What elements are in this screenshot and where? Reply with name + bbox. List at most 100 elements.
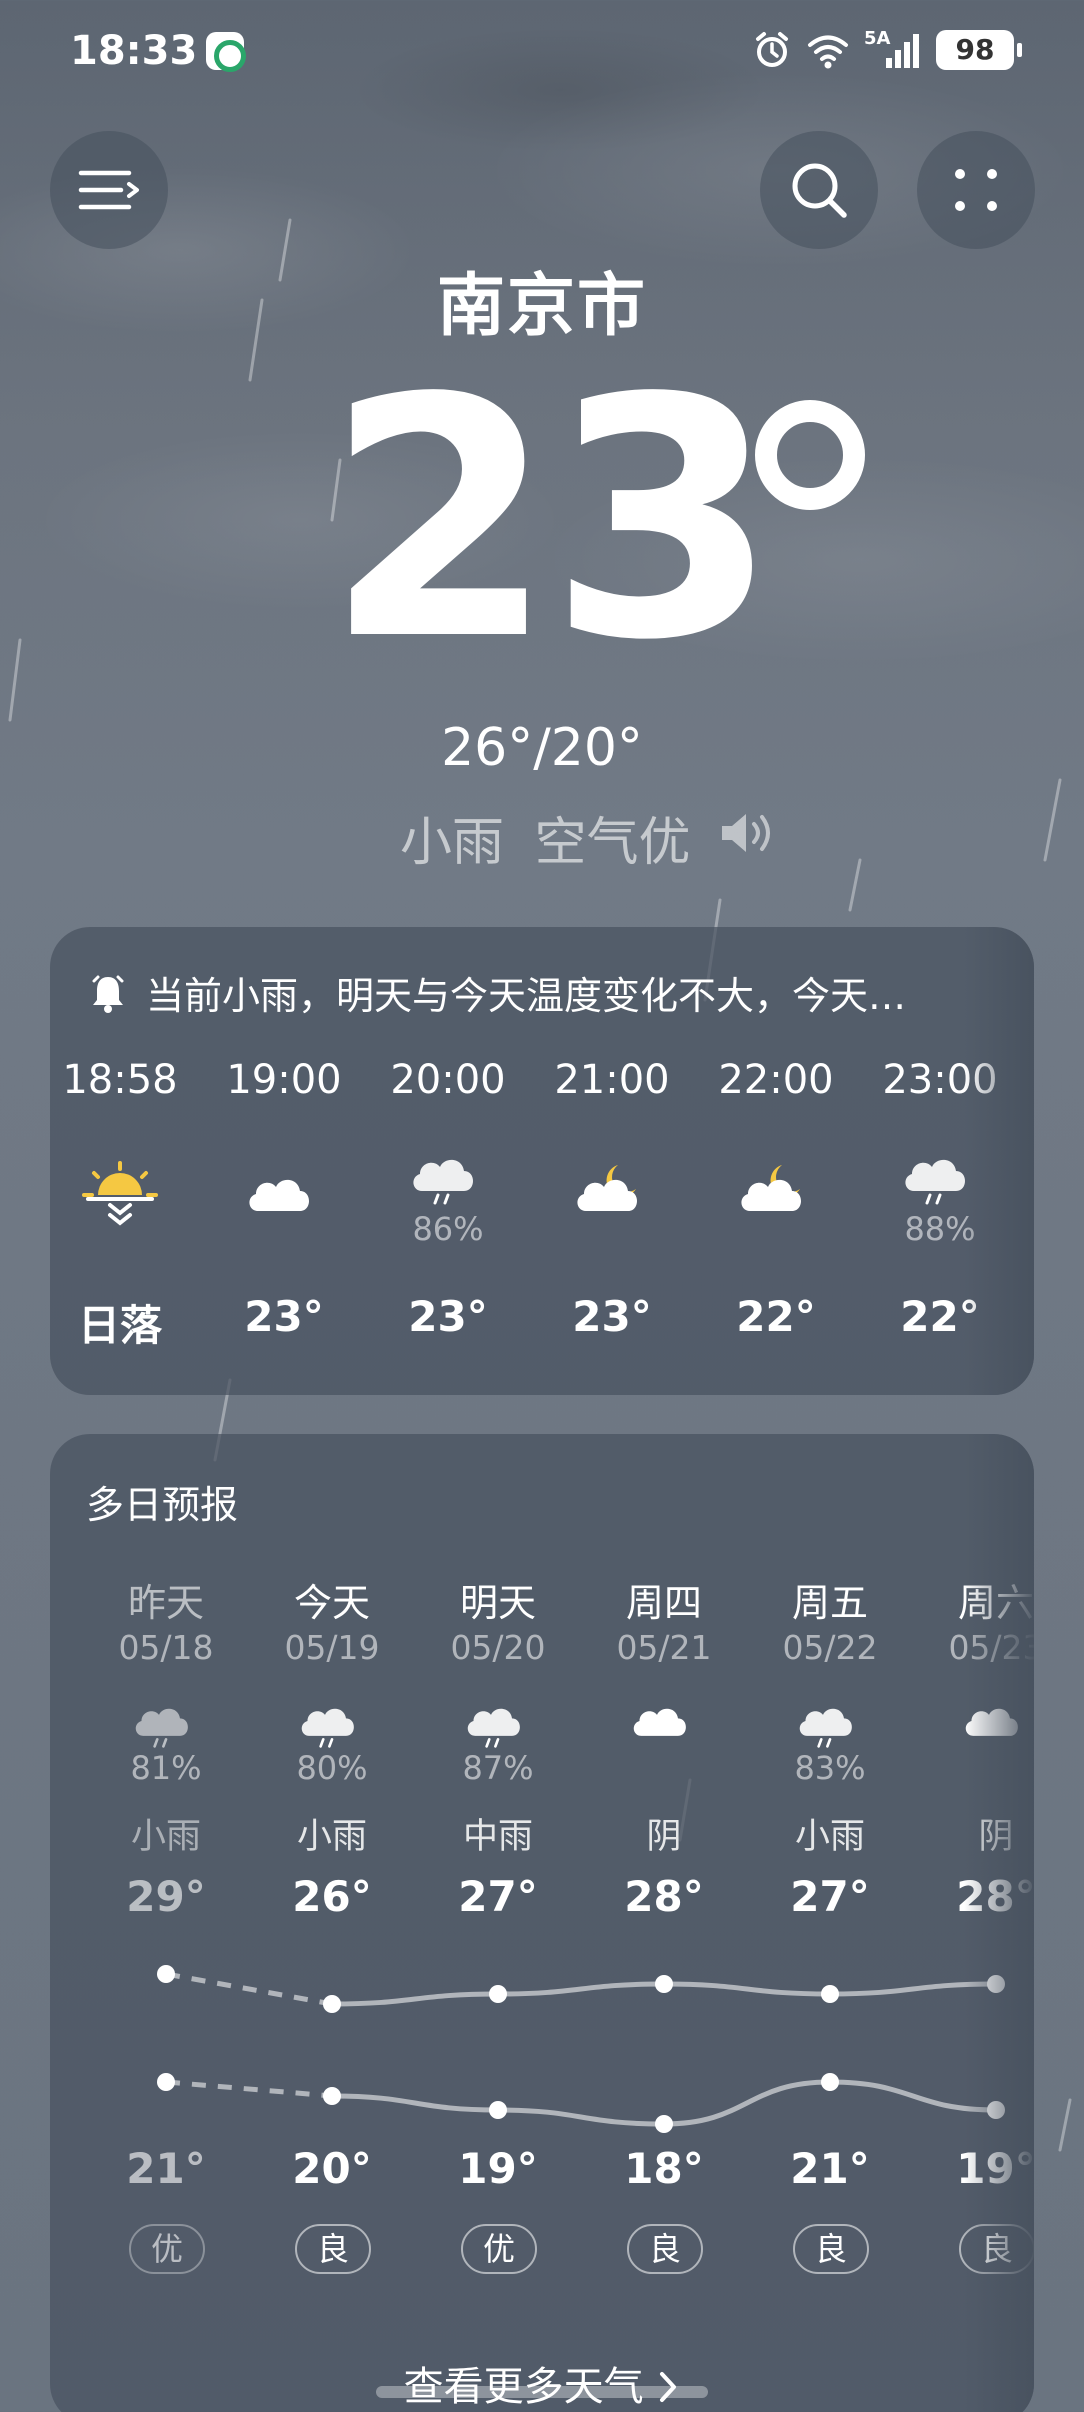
day-name: 周四: [625, 1581, 702, 1625]
day-high: 28°: [624, 1872, 704, 1921]
rain-icon: [905, 1159, 965, 1205]
weather-condition: 小雨: [400, 813, 505, 873]
cloudy-night-icon: [577, 1165, 637, 1211]
precip-chance: 88%: [904, 1210, 976, 1248]
hourly-item[interactable]: 22:00 22°: [691, 927, 861, 1395]
day-date: 05/20: [450, 1628, 546, 1667]
hourly-item[interactable]: 20:00 86% 23°: [363, 927, 533, 1395]
day-condition: 小雨: [794, 1817, 865, 1857]
wifi-icon: [808, 35, 848, 69]
hourly-temperature: 22°: [736, 1292, 816, 1341]
hourly-temperature: 23°: [572, 1292, 652, 1341]
hourly-forecast-card[interactable]: 当前小雨，明天与今天温度变化不大，今天… 18:58 日落 19:00 23° 20…: [50, 927, 1034, 1395]
cloudy-night-icon: [741, 1165, 801, 1211]
precip-chance: 87%: [462, 1749, 534, 1787]
cloud-icon: [249, 1179, 309, 1211]
daily-item[interactable]: 明天 05/20 87% 中雨 27° 19° 优: [415, 1434, 581, 2412]
rain-icon: [135, 1708, 188, 1748]
search-button[interactable]: [760, 131, 878, 249]
day-condition: 阴: [646, 1817, 682, 1857]
rain-icon: [799, 1708, 852, 1748]
day-high: 26°: [292, 1872, 372, 1921]
rain-icon: [301, 1708, 354, 1748]
menu-icon: [78, 170, 139, 210]
hourly-item[interactable]: 23:00 88% 22°: [855, 927, 1025, 1395]
more-options-button[interactable]: [917, 131, 1035, 249]
status-time: 18:33: [70, 28, 198, 74]
hourly-temperature: 23°: [244, 1292, 324, 1341]
precip-chance: 86%: [412, 1210, 484, 1248]
day-name: 昨天: [127, 1581, 204, 1625]
day-date: 05/19: [284, 1628, 380, 1667]
day-date: 05/22: [782, 1628, 878, 1667]
cloud-icon: [633, 1708, 686, 1736]
current-temperature: 23: [325, 328, 778, 712]
daily-item[interactable]: 昨天 05/18 81% 小雨 29° 21° 优: [83, 1434, 249, 2412]
hourly-time: 19:00: [226, 1057, 342, 1103]
daily-item[interactable]: 今天 05/19 80% 小雨 26° 20° 良: [249, 1434, 415, 2412]
speaker-icon[interactable]: [718, 808, 778, 858]
daily-item[interactable]: 周四 05/21 阴 28° 18° 良: [581, 1434, 747, 2412]
hourly-item[interactable]: 19:00 23°: [199, 927, 369, 1395]
day-low: 19°: [956, 2144, 1034, 2193]
hourly-time: 20:00: [390, 1057, 506, 1103]
air-quality[interactable]: 空气优: [535, 813, 691, 873]
day-low: 19°: [458, 2144, 538, 2193]
day-date: 05/23: [948, 1628, 1034, 1667]
home-indicator[interactable]: [376, 2386, 708, 2398]
hourly-item[interactable]: 21:00 23°: [527, 927, 697, 1395]
day-low: 21°: [126, 2144, 206, 2193]
signal-icon: 5A: [864, 28, 922, 70]
day-condition: 小雨: [130, 1817, 201, 1857]
search-icon: [792, 163, 847, 218]
day-air-quality: 良: [295, 2224, 371, 2274]
battery-icon: 98: [936, 30, 1022, 70]
hourly-temperature: 日落: [77, 1301, 162, 1350]
precip-chance: 81%: [130, 1749, 202, 1787]
cloud-icon: [965, 1708, 1018, 1736]
day-air-quality: 良: [793, 2224, 869, 2274]
more-weather-link[interactable]: 查看更多天气: [50, 2354, 1034, 2412]
daily-forecast-card[interactable]: 多日预报 昨天 05/18 81% 小雨 29° 21° 优今天 05/19 8…: [50, 1434, 1034, 2412]
app-notification-icon: [206, 32, 246, 72]
day-condition: 中雨: [462, 1817, 533, 1857]
day-date: 05/18: [118, 1628, 214, 1667]
hourly-time: 18:58: [62, 1057, 178, 1103]
day-low: 21°: [790, 2144, 870, 2193]
daily-item[interactable]: 周五 05/22 83% 小雨 27° 21° 良: [747, 1434, 913, 2412]
day-date: 05/21: [616, 1628, 712, 1667]
grid-dots-icon: [955, 169, 997, 211]
day-high: 27°: [458, 1872, 538, 1921]
day-name: 明天: [459, 1581, 536, 1625]
status-bar: 18:33 5A 98: [0, 0, 1084, 110]
day-low: 18°: [624, 2144, 704, 2193]
hourly-time: 21:00: [554, 1057, 670, 1103]
day-condition: 小雨: [296, 1817, 367, 1857]
precip-chance: 83%: [794, 1749, 866, 1787]
hourly-time: 22:00: [718, 1057, 834, 1103]
day-air-quality: 良: [627, 2224, 703, 2274]
rain-icon: [467, 1708, 520, 1748]
day-name: 周六: [957, 1581, 1034, 1625]
day-air-quality: 优: [129, 2224, 205, 2274]
hourly-temperature: 22°: [900, 1292, 980, 1341]
condition-line: 小雨 空气优: [400, 800, 691, 875]
temperature-range: 26°/20°: [441, 718, 643, 778]
hourly-temperature: 23°: [408, 1292, 488, 1341]
day-air-quality: 良: [959, 2224, 1034, 2274]
day-condition: 阴: [978, 1817, 1014, 1857]
menu-button[interactable]: [50, 131, 168, 249]
day-high: 29°: [126, 1872, 206, 1921]
day-high: 27°: [790, 1872, 870, 1921]
day-low: 20°: [292, 2144, 372, 2193]
day-name: 今天: [293, 1581, 370, 1625]
sunset-icon: [82, 1161, 158, 1226]
day-air-quality: 优: [461, 2224, 537, 2274]
hourly-item[interactable]: 18:58 日落: [50, 927, 205, 1395]
hourly-time: 23:00: [882, 1057, 998, 1103]
precip-chance: 80%: [296, 1749, 368, 1787]
day-name: 周五: [791, 1581, 868, 1625]
rain-icon: [413, 1159, 473, 1205]
daily-item[interactable]: 周六 05/23 阴 28° 19° 良: [913, 1434, 1034, 2412]
degree-symbol: [755, 400, 865, 510]
